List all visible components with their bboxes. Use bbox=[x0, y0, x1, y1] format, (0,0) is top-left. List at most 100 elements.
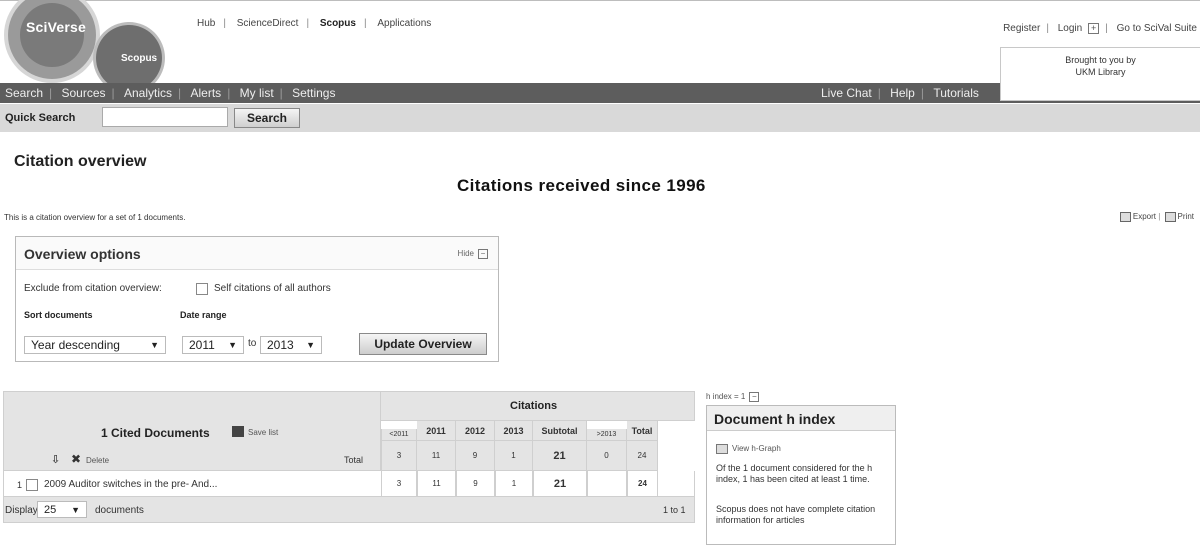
self-citations-checkbox[interactable] bbox=[196, 283, 208, 295]
intro-text: This is a citation overview for a set of… bbox=[4, 213, 186, 222]
page-title: Citation overview bbox=[14, 153, 147, 170]
delete-link[interactable]: Delete bbox=[86, 456, 109, 465]
export-print-links: Export | Print bbox=[1118, 212, 1194, 222]
nav-item-analytics[interactable]: Analytics bbox=[124, 86, 172, 100]
library-name: UKM Library bbox=[1075, 67, 1126, 77]
nav-item-settings[interactable]: Settings bbox=[292, 86, 335, 100]
row-cell-2012: 9 bbox=[456, 471, 495, 497]
export-icon[interactable] bbox=[1119, 212, 1131, 222]
graph-icon[interactable] bbox=[716, 444, 728, 454]
print-link[interactable]: Print bbox=[1178, 212, 1194, 221]
total-cell-total: 24 bbox=[627, 441, 658, 471]
top-link-applications[interactable]: Applications bbox=[377, 18, 431, 29]
quick-search-label: Quick Search bbox=[5, 112, 76, 124]
overview-options-title: Overview options bbox=[24, 246, 141, 262]
chevron-down-icon: ▼ bbox=[150, 340, 159, 350]
column-header-lt-2011: <2011 bbox=[381, 429, 417, 441]
h-index-title: Document h index bbox=[714, 411, 836, 427]
exclude-label: Exclude from citation overview: bbox=[24, 283, 162, 294]
nav-item-sources[interactable]: Sources bbox=[62, 86, 106, 100]
row-cell-gt-2013 bbox=[587, 471, 627, 497]
hide-options-toggle[interactable]: Hide − bbox=[458, 249, 488, 259]
quick-search-input[interactable] bbox=[102, 107, 228, 127]
overview-options-panel: Overview options Hide − Exclude from cita… bbox=[15, 236, 499, 362]
scopus-logo-text[interactable]: Scopus bbox=[121, 53, 157, 64]
document-title-link[interactable]: 2009 Auditor switches in the pre- And... bbox=[44, 479, 217, 490]
print-icon[interactable] bbox=[1164, 212, 1176, 222]
nav-item-help[interactable]: Help bbox=[890, 86, 915, 100]
column-header-2012: 2012 bbox=[456, 421, 495, 441]
date-range-label: Date range bbox=[180, 310, 227, 320]
display-label: Display bbox=[5, 505, 38, 516]
citations-group-label: Citations bbox=[510, 400, 558, 412]
h-index-toggle[interactable]: h index = 1− bbox=[706, 392, 760, 402]
sort-down-icon[interactable]: ⇩ bbox=[51, 453, 60, 466]
sciverse-logo-inner bbox=[20, 3, 84, 67]
row-cell-subtotal: 21 bbox=[533, 471, 587, 497]
pager-text: 1 to 1 bbox=[663, 505, 686, 515]
quick-search-bar: Quick Search Search bbox=[0, 104, 1200, 132]
login-link[interactable]: Login bbox=[1058, 23, 1082, 34]
chevron-down-icon: ▼ bbox=[228, 340, 237, 350]
nav-item-tutorials[interactable]: Tutorials bbox=[933, 86, 979, 100]
total-row-label: Total bbox=[344, 455, 364, 465]
sciverse-logo-text[interactable]: SciVerse bbox=[26, 19, 86, 35]
view-h-graph-link[interactable]: View h-Graph bbox=[732, 444, 781, 453]
library-branding: Brought to you by UKM Library bbox=[1000, 47, 1200, 101]
row-cell-total: 24 bbox=[627, 471, 658, 497]
column-header-gt-2013: >2013 bbox=[587, 429, 627, 441]
top-links: Hub | ScienceDirect | Scopus | Applications bbox=[197, 18, 432, 29]
export-link[interactable]: Export bbox=[1133, 212, 1156, 221]
row-cell-lt-2011: 3 bbox=[381, 471, 417, 497]
citations-table: 1 Cited Documents Save list ⇩ ✖ Delete T… bbox=[3, 391, 695, 523]
nav-item-search[interactable]: Search bbox=[5, 86, 43, 100]
date-from-value: 2011 bbox=[189, 338, 215, 352]
display-count-select[interactable]: 25 ▼ bbox=[37, 501, 87, 518]
h-index-note: Scopus does not have complete citation i… bbox=[716, 504, 876, 525]
date-to-label: to bbox=[248, 338, 257, 349]
h-index-panel: Document h index View h-Graph Of the 1 d… bbox=[706, 405, 896, 545]
collapse-icon[interactable]: − bbox=[478, 249, 488, 259]
delete-icon[interactable]: ✖ bbox=[71, 452, 81, 466]
update-overview-button[interactable]: Update Overview bbox=[359, 333, 487, 355]
column-header-subtotal: Subtotal bbox=[533, 421, 587, 441]
total-cell-2012: 9 bbox=[456, 441, 495, 471]
column-header-2011: 2011 bbox=[417, 421, 456, 441]
quick-search-button[interactable]: Search bbox=[234, 108, 300, 128]
column-header-2013: 2013 bbox=[495, 421, 533, 441]
scival-link[interactable]: Go to SciVal Suite bbox=[1117, 23, 1197, 34]
chevron-down-icon: ▼ bbox=[71, 505, 80, 515]
date-to-select[interactable]: 2013 ▼ bbox=[260, 336, 322, 354]
sort-select[interactable]: Year descending ▼ bbox=[24, 336, 166, 354]
account-links: Register | Login + | Go to SciVal Suite bbox=[1003, 23, 1197, 35]
total-cell-subtotal: 21 bbox=[533, 441, 587, 471]
h-index-value: h index = 1 bbox=[706, 392, 746, 402]
collapse-icon[interactable]: − bbox=[749, 392, 760, 402]
sort-documents-label: Sort documents bbox=[24, 310, 93, 320]
row-checkbox[interactable] bbox=[26, 479, 38, 491]
display-count-value: 25 bbox=[44, 504, 57, 516]
save-list-link[interactable]: Save list bbox=[248, 428, 278, 437]
nav-item-my-list[interactable]: My list bbox=[240, 86, 274, 100]
row-cell-2013: 1 bbox=[495, 471, 533, 497]
citations-heading: Citations received since 1996 bbox=[457, 176, 706, 195]
sort-select-value: Year descending bbox=[31, 338, 120, 352]
nav-left-group: Search | Sources | Analytics | Alerts | My l… bbox=[5, 86, 336, 100]
row-cell-2011: 11 bbox=[417, 471, 456, 497]
nav-item-live-chat[interactable]: Live Chat bbox=[821, 86, 872, 100]
top-link-scopus[interactable]: Scopus bbox=[320, 18, 356, 29]
top-link-sciencedirect[interactable]: ScienceDirect bbox=[237, 18, 299, 29]
login-expand-icon[interactable]: + bbox=[1088, 23, 1100, 34]
register-link[interactable]: Register bbox=[1003, 23, 1040, 34]
view-h-graph[interactable]: View h-Graph bbox=[716, 444, 781, 454]
cited-documents-heading: 1 Cited Documents bbox=[101, 426, 210, 440]
nav-item-alerts[interactable]: Alerts bbox=[191, 86, 222, 100]
top-link-hub[interactable]: Hub bbox=[197, 18, 215, 29]
total-cell-lt-2011: 3 bbox=[381, 441, 417, 471]
date-from-select[interactable]: 2011 ▼ bbox=[182, 336, 244, 354]
self-citations-label[interactable]: Self citations of all authors bbox=[214, 283, 331, 294]
save-icon[interactable] bbox=[232, 426, 244, 437]
brought-by-text: Brought to you by bbox=[1065, 55, 1136, 65]
hide-label[interactable]: Hide bbox=[458, 249, 474, 258]
chevron-down-icon: ▼ bbox=[306, 340, 315, 350]
